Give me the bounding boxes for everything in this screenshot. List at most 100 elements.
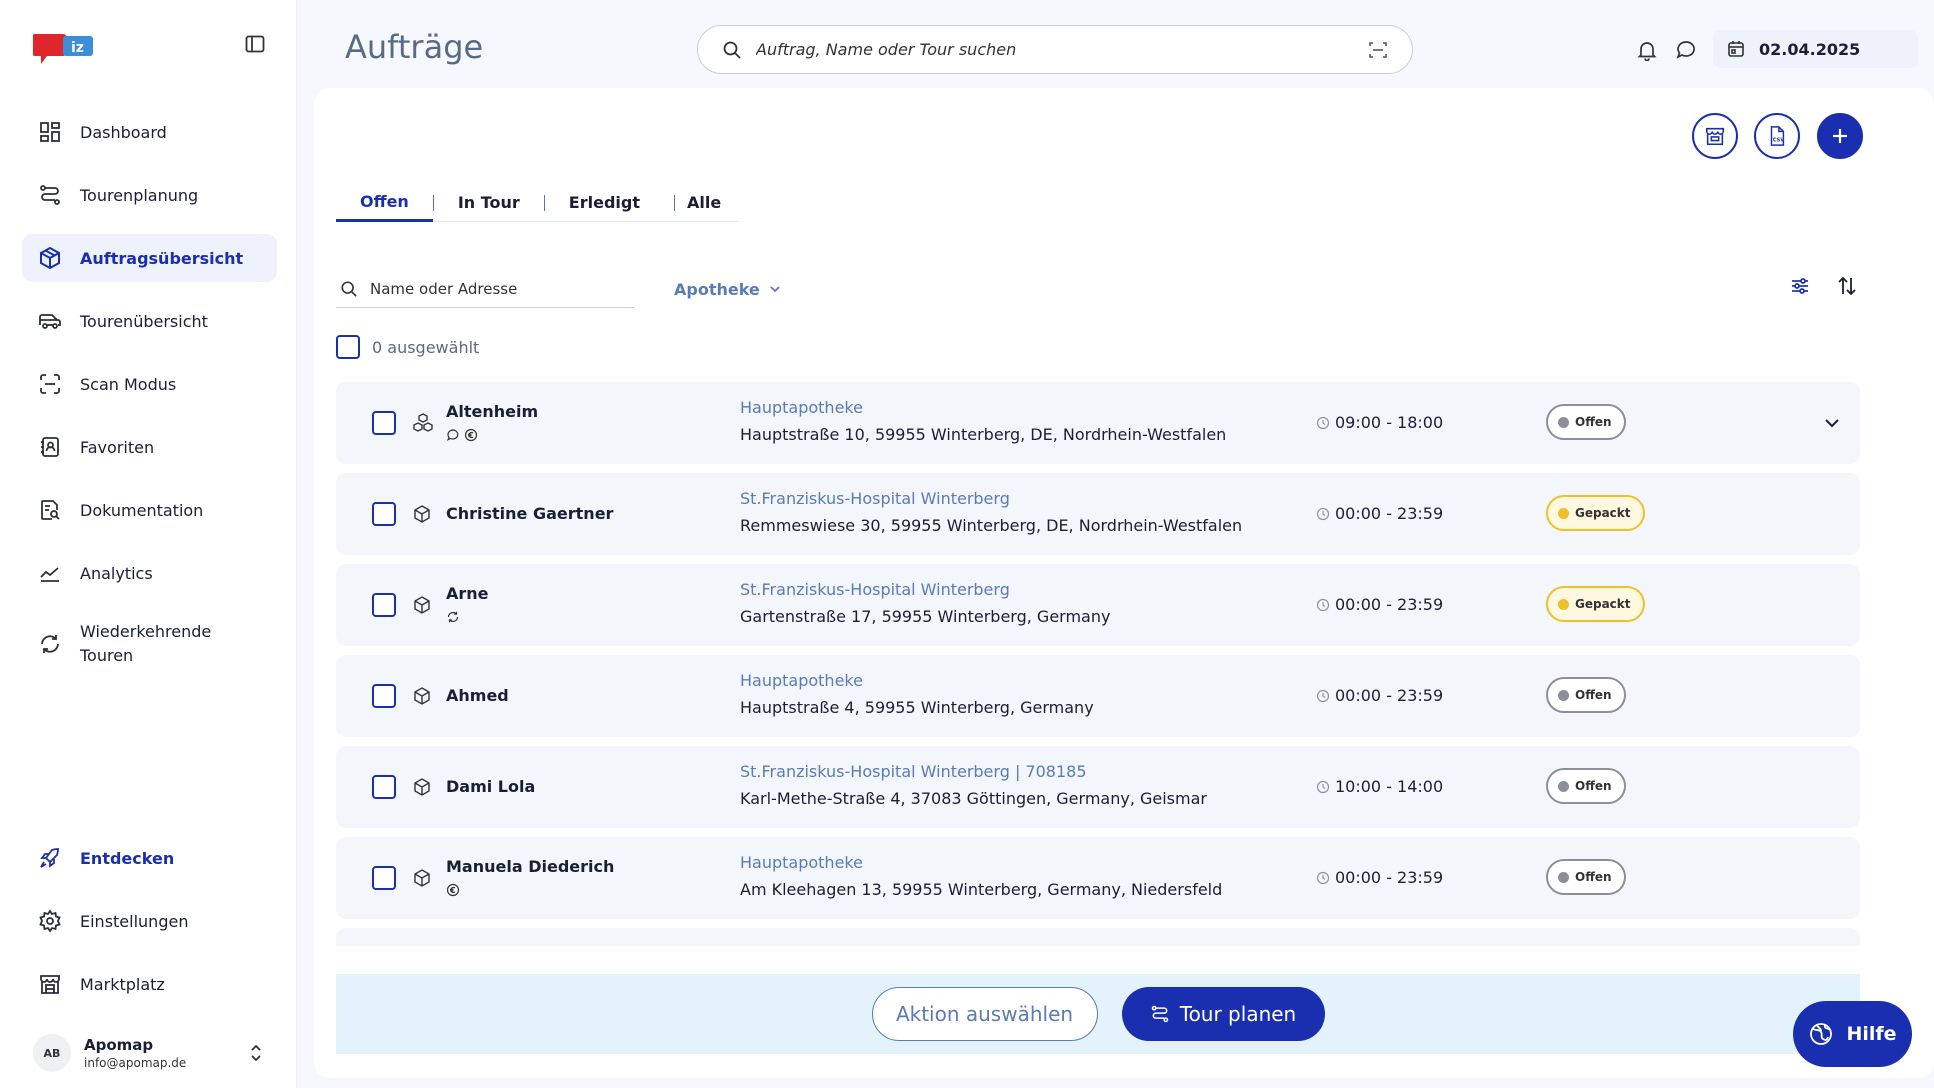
sidebar-item-label: Favoriten	[80, 437, 155, 457]
tab-divider	[674, 194, 675, 211]
clock-icon	[1316, 780, 1330, 793]
delivery-address: Gartenstraße 17, 59955 Winterberg, Germa…	[740, 607, 1111, 626]
chat-icon[interactable]	[1675, 39, 1697, 61]
calendar-icon	[1727, 40, 1745, 58]
search-icon	[722, 40, 742, 60]
avatar: AB	[33, 1034, 71, 1072]
search-icon	[340, 280, 358, 298]
list-item[interactable]: Ahmed Hauptapotheke Hauptstraße 4, 59955…	[336, 655, 1860, 737]
tab-divider	[543, 194, 545, 211]
help-button[interactable]: Hilfe	[1793, 1001, 1912, 1067]
package-icon	[412, 777, 432, 797]
date-picker[interactable]: 02.04.2025	[1713, 30, 1918, 68]
time-text: 09:00 - 18:00	[1335, 413, 1444, 432]
select-all-checkbox[interactable]	[336, 335, 360, 359]
date-value: 02.04.2025	[1759, 39, 1861, 59]
row-checkbox[interactable]	[372, 866, 396, 890]
van-icon	[38, 309, 62, 333]
row-checkbox[interactable]	[372, 593, 396, 617]
sidebar-item-dokumentation[interactable]: Dokumentation	[22, 486, 277, 534]
search-input[interactable]	[756, 40, 1368, 59]
sidebar-item-marktplatz[interactable]: Marktplatz	[22, 960, 277, 1008]
sidebar-item-scan-modus[interactable]: Scan Modus	[22, 360, 277, 408]
sidebar-item-label: Dokumentation	[80, 500, 204, 520]
app-logo[interactable]: iz	[33, 30, 97, 66]
select-all-row: 0 ausgewählt	[336, 334, 479, 360]
status-text: Offen	[1575, 688, 1612, 702]
sidebar-item-favoriten[interactable]: Favoriten	[22, 423, 277, 471]
tab-alle[interactable]: Alle	[675, 184, 739, 222]
time-text: 10:00 - 14:00	[1335, 777, 1444, 796]
csv-import-button[interactable]: CSV	[1754, 113, 1800, 159]
chevron-up-down-icon[interactable]	[247, 1042, 265, 1064]
list-item[interactable]: Dami Lola St.Franziskus-Hospital Winterb…	[336, 746, 1860, 828]
route-icon	[1151, 1005, 1168, 1023]
dropdown-label: Apotheke	[674, 279, 760, 299]
row-checkbox[interactable]	[372, 684, 396, 708]
contacts-icon	[38, 435, 62, 459]
delivery-address: Remmeswiese 30, 59955 Winterberg, DE, No…	[740, 516, 1243, 535]
chevron-down-icon[interactable]	[1822, 413, 1842, 433]
status-tabs: Offen In Tour Erledigt Alle	[336, 184, 740, 222]
scan-icon[interactable]	[1368, 40, 1388, 60]
sidebar-item-einstellungen[interactable]: Einstellungen	[22, 897, 277, 945]
sidebar-item-label: Marktplatz	[80, 974, 165, 994]
global-search[interactable]	[697, 25, 1413, 74]
name-address-filter[interactable]	[336, 270, 634, 308]
sidebar-item-analytics[interactable]: Analytics	[22, 549, 277, 597]
sidebar-item-dashboard[interactable]: Dashboard	[22, 108, 277, 156]
bulk-action-bar: Aktion auswählen Tour planen	[336, 974, 1860, 1054]
time-window: 00:00 - 23:59	[1316, 595, 1443, 614]
status-text: Gepackt	[1575, 597, 1631, 611]
row-checkbox[interactable]	[372, 411, 396, 435]
sidebar-item-wiederkehrende-touren[interactable]: Wiederkehrende Touren	[22, 612, 277, 676]
pharmacy-name: St.Franziskus-Hospital Winterberg	[740, 580, 1010, 599]
add-order-button[interactable]	[1817, 113, 1863, 159]
main-nav: Dashboard Tourenplanung Auftragsübersich…	[22, 108, 277, 691]
tab-offen[interactable]: Offen	[336, 184, 433, 222]
delivery-address: Hauptstraße 4, 59955 Winterberg, Germany	[740, 698, 1094, 717]
pharmacy-name: Hauptapotheke	[740, 853, 863, 872]
list-item[interactable]: Arne St.Franziskus-Hospital Winterberg G…	[336, 564, 1860, 646]
sidebar-item-label: Tourenübersicht	[80, 311, 208, 331]
sliders-icon[interactable]	[1788, 274, 1812, 298]
sidebar-item-entdecken[interactable]: Entdecken	[22, 834, 277, 882]
pharmacy-store-button[interactable]	[1692, 113, 1738, 159]
pharmacy-name: St.Franziskus-Hospital Winterberg	[740, 489, 1010, 508]
list-item[interactable]: Christine Gaertner St.Franziskus-Hospita…	[336, 473, 1860, 555]
row-meta-icons	[446, 428, 478, 442]
status-text: Offen	[1575, 415, 1612, 429]
bell-icon[interactable]	[1636, 39, 1658, 61]
list-item[interactable]	[336, 928, 1860, 946]
list-item[interactable]: Manuela Diederich Hauptapotheke Am Kleeh…	[336, 837, 1860, 919]
time-window: 09:00 - 18:00	[1316, 413, 1443, 432]
package-icon	[412, 868, 432, 888]
pharmacy-dropdown[interactable]: Apotheke	[674, 274, 782, 304]
time-window: 00:00 - 23:59	[1316, 504, 1443, 523]
pharmacy-name: Hauptapotheke	[740, 671, 863, 690]
row-checkbox[interactable]	[372, 775, 396, 799]
sidebar-item-auftragsuebersicht[interactable]: Auftragsübersicht	[22, 234, 277, 282]
route-icon	[38, 183, 62, 207]
row-checkbox[interactable]	[372, 502, 396, 526]
sort-icon[interactable]	[1835, 274, 1859, 298]
name-address-input[interactable]	[370, 279, 634, 298]
sidebar-item-tourenuebersicht[interactable]: Tourenübersicht	[22, 297, 277, 345]
list-item[interactable]: Altenheim Hauptapotheke Hauptstraße 10, …	[336, 382, 1860, 464]
recipient-name: Manuela Diederich	[446, 857, 615, 876]
select-action-button[interactable]: Aktion auswählen	[871, 987, 1098, 1041]
gear-icon	[38, 909, 62, 933]
tab-erledigt[interactable]: Erledigt	[545, 184, 674, 222]
sidebar-item-label: Tourenplanung	[80, 185, 199, 205]
clock-icon	[1316, 689, 1330, 702]
plan-tour-button[interactable]: Tour planen	[1121, 987, 1325, 1041]
tab-in-tour[interactable]: In Tour	[434, 184, 544, 222]
user-profile[interactable]: AB Apomap info@apomap.de	[33, 1032, 273, 1074]
sidebar-toggle-icon[interactable]	[244, 33, 266, 55]
status-badge: Gepackt	[1546, 586, 1645, 622]
sidebar-item-tourenplanung[interactable]: Tourenplanung	[22, 171, 277, 219]
time-text: 00:00 - 23:59	[1335, 504, 1444, 523]
payment-icon	[446, 883, 460, 897]
status-text: Offen	[1575, 779, 1612, 793]
secondary-nav: Entdecken Einstellungen Marktplatz	[22, 834, 277, 1023]
